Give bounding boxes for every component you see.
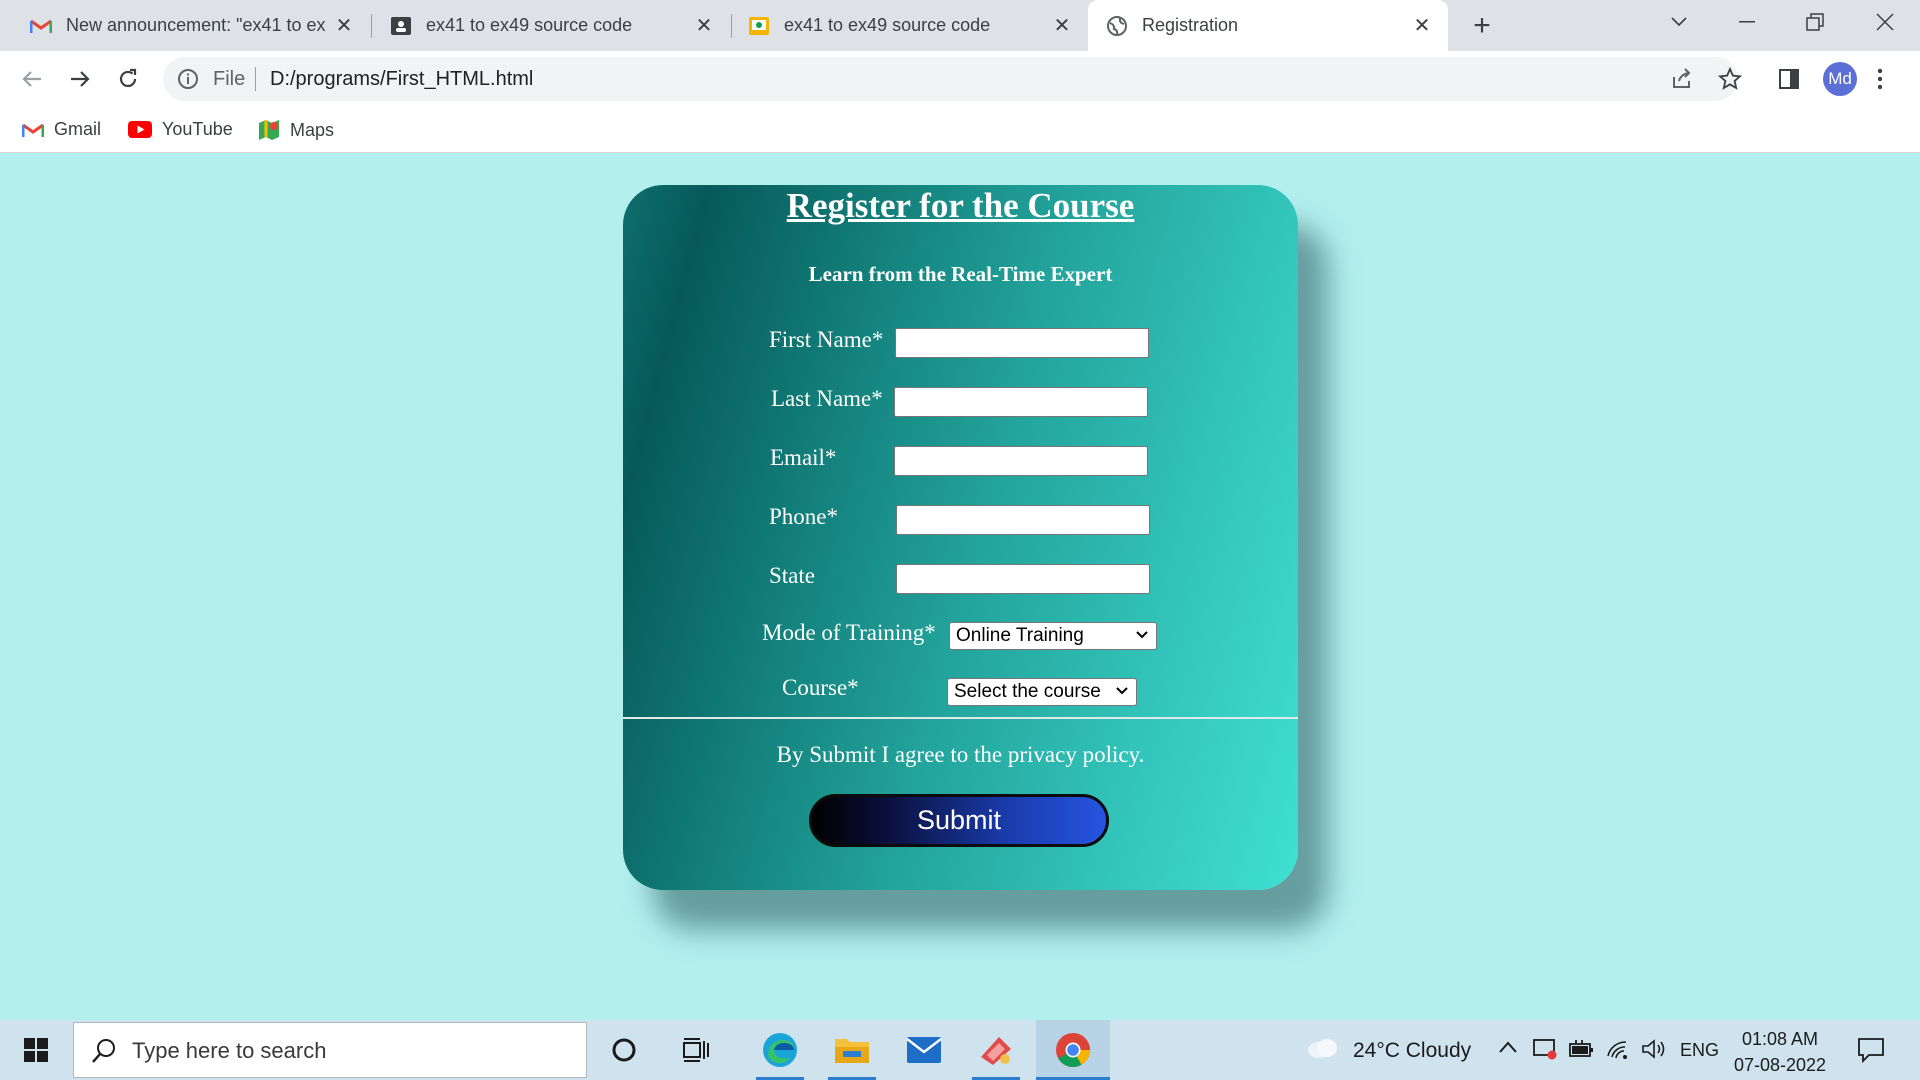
menu-kebab-icon[interactable] <box>1876 67 1884 96</box>
scheme-label: File <box>213 68 246 90</box>
chevron-down-icon <box>1134 627 1150 649</box>
close-tab-icon[interactable]: ✕ <box>332 14 356 38</box>
bookmark-maps[interactable]: Maps <box>258 119 334 141</box>
windows-taskbar: Type here to search 24°C Cloudy ENG 01:0… <box>0 1020 1920 1080</box>
form-divider <box>623 717 1298 719</box>
first-name-input[interactable] <box>895 328 1149 358</box>
bookmark-label: Maps <box>290 119 335 140</box>
phone-label: Phone* <box>769 504 838 529</box>
app-icon[interactable] <box>964 1020 1028 1080</box>
new-tab-icon[interactable]: + <box>1466 9 1498 42</box>
chrome-icon[interactable] <box>1036 1020 1110 1080</box>
bookmark-gmail[interactable]: Gmail <box>22 119 101 140</box>
tab-search-chevron-icon[interactable] <box>1654 0 1704 44</box>
phone-input[interactable] <box>896 505 1150 535</box>
close-window-icon[interactable] <box>1860 0 1910 44</box>
gmail-icon <box>30 15 52 37</box>
first-name-label: First Name* <box>769 327 884 352</box>
clock-time: 01:08 AM <box>1741 1029 1819 1049</box>
tab-source-code-2[interactable]: ex41 to ex49 source code ✕ <box>718 0 1088 51</box>
bookmark-label: Gmail <box>54 119 102 139</box>
tab-title: Registration <box>1142 15 1239 35</box>
mode-of-training-select[interactable]: Online Training <box>949 622 1157 650</box>
windows-start-icon[interactable] <box>10 1020 62 1080</box>
course-label: Course* <box>782 675 859 700</box>
reload-icon[interactable] <box>112 63 144 95</box>
volume-icon[interactable] <box>1641 1038 1667 1065</box>
clock[interactable]: 01:08 AM 07-08-2022 <box>1730 1026 1830 1078</box>
chevron-up-icon[interactable] <box>1498 1040 1518 1059</box>
task-view-icon[interactable] <box>670 1020 722 1080</box>
form-subtitle: Learn from the Real-Time Expert <box>808 262 1113 286</box>
tab-registration[interactable]: Registration ✕ <box>1088 0 1448 51</box>
submit-button[interactable]: Submit <box>809 794 1109 847</box>
file-explorer-icon[interactable] <box>820 1020 884 1080</box>
classroom-icon <box>390 15 412 37</box>
edge-icon[interactable] <box>748 1020 812 1080</box>
chevron-down-icon <box>1114 683 1130 705</box>
email-input[interactable] <box>894 446 1148 476</box>
maps-icon <box>258 119 280 141</box>
bookmarks-bar: Gmail YouTube Maps <box>0 107 1920 153</box>
close-tab-icon[interactable]: ✕ <box>1410 14 1434 38</box>
minimize-icon[interactable] <box>1722 0 1772 44</box>
search-icon <box>90 1037 118 1070</box>
form-title: Register for the Course <box>786 186 1135 225</box>
back-icon[interactable] <box>16 63 48 95</box>
slides-icon <box>748 15 770 37</box>
email-label: Email* <box>770 445 837 470</box>
registration-form: Register for the Course Learn from the R… <box>623 185 1298 890</box>
state-input[interactable] <box>896 564 1150 594</box>
last-name-input[interactable] <box>894 387 1148 417</box>
last-name-label: Last Name* <box>771 386 883 411</box>
close-tab-icon[interactable]: ✕ <box>1050 14 1074 38</box>
course-value: Select the course <box>954 681 1101 702</box>
tab-title: New announcement: "ex41 to ex <box>66 15 326 35</box>
taskbar-search-box[interactable]: Type here to search <box>73 1022 587 1078</box>
mail-icon[interactable] <box>892 1020 956 1080</box>
address-divider <box>255 67 256 91</box>
mode-of-training-label: Mode of Training* <box>762 620 936 645</box>
privacy-policy-text: By Submit I agree to the privacy policy. <box>776 742 1145 767</box>
tab-strip: New announcement: "ex41 to ex ✕ ex41 to … <box>0 0 1920 51</box>
course-select[interactable]: Select the course <box>947 678 1137 706</box>
tab-gmail-announcement[interactable]: New announcement: "ex41 to ex ✕ <box>0 0 370 51</box>
clock-date: 07-08-2022 <box>1733 1055 1827 1075</box>
cloudy-weather-icon[interactable] <box>1305 1034 1339 1065</box>
bookmark-star-icon[interactable] <box>1717 66 1743 96</box>
profile-avatar[interactable]: Md <box>1823 62 1857 96</box>
tab-source-code-1[interactable]: ex41 to ex49 source code ✕ <box>360 0 730 51</box>
wifi-icon[interactable] <box>1606 1038 1630 1065</box>
bookmark-label: YouTube <box>162 119 233 139</box>
close-tab-icon[interactable]: ✕ <box>692 14 716 38</box>
site-info-icon[interactable] <box>177 68 199 95</box>
language-indicator[interactable]: ENG <box>1680 1040 1719 1061</box>
state-label: State <box>769 563 815 588</box>
address-bar[interactable]: File D:/programs/First_HTML.html <box>163 57 1743 101</box>
youtube-icon <box>128 121 152 138</box>
forward-icon[interactable] <box>64 63 96 95</box>
globe-icon <box>1106 15 1128 37</box>
cortana-icon[interactable] <box>598 1020 650 1080</box>
restore-icon[interactable] <box>1790 0 1840 44</box>
mode-of-training-value: Online Training <box>956 625 1084 646</box>
weather-text[interactable]: 24°C Cloudy <box>1353 1039 1471 1063</box>
tab-title: ex41 to ex49 source code <box>426 15 633 35</box>
url-text[interactable]: D:/programs/First_HTML.html <box>270 68 533 91</box>
search-placeholder: Type here to search <box>132 1038 327 1063</box>
security-icon[interactable] <box>1532 1037 1558 1066</box>
share-icon[interactable] <box>1670 67 1694 96</box>
side-panel-icon[interactable] <box>1778 68 1800 95</box>
bookmark-youtube[interactable]: YouTube <box>128 119 233 140</box>
browser-toolbar: File D:/programs/First_HTML.html Md <box>0 51 1920 107</box>
tab-title: ex41 to ex49 source code <box>784 15 991 35</box>
battery-icon[interactable] <box>1568 1039 1594 1064</box>
notification-icon[interactable] <box>1857 1036 1885 1069</box>
gmail-icon <box>22 122 44 138</box>
